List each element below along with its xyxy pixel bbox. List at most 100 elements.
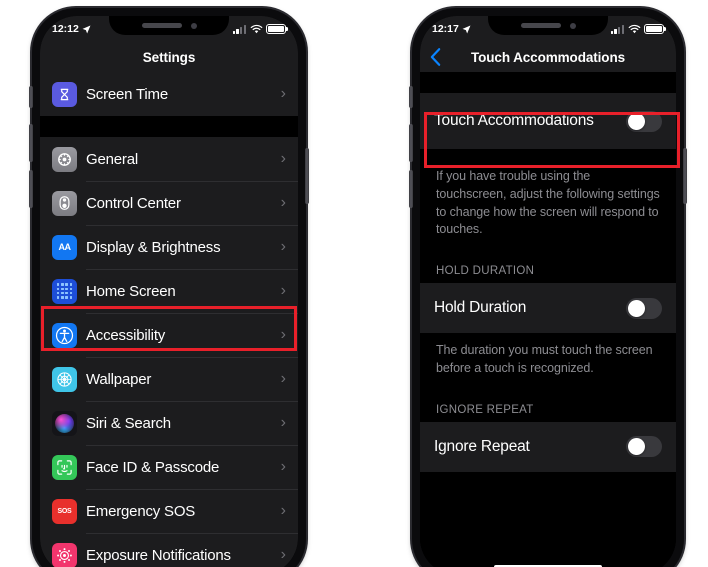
ignore-repeat-switch[interactable] [626, 436, 662, 457]
sidebar-item-label: Siri & Search [86, 414, 171, 432]
sidebar-item-label: Control Center [86, 194, 181, 212]
touch-accommodations-list[interactable]: Touch Accommodations If you have trouble… [420, 72, 676, 567]
volume-down-button-right[interactable] [409, 170, 413, 208]
chevron-right-icon: › [280, 414, 286, 431]
silent-switch-button[interactable] [29, 86, 33, 108]
power-button-right[interactable] [683, 148, 687, 204]
left-phone-bezel: 12:12 Settings Screen Time › General › C… [40, 16, 298, 567]
page-title: Touch Accommodations [470, 49, 625, 65]
cellular-signal-icon [610, 24, 624, 34]
list-section-gap [420, 149, 676, 159]
front-camera [569, 22, 576, 29]
sidebar-item-screen-time[interactable]: Screen Time › [40, 72, 298, 116]
chevron-right-icon: › [280, 238, 286, 255]
sidebar-item-exposure-notifications[interactable]: Exposure Notifications › [40, 533, 298, 567]
list-section-gap [420, 243, 676, 265]
earpiece-speaker [520, 23, 561, 28]
sidebar-item-wallpaper[interactable]: Wallpaper › [40, 357, 298, 401]
chevron-right-icon: › [280, 194, 286, 211]
volume-up-button[interactable] [29, 124, 33, 162]
front-camera [190, 22, 197, 29]
settings-group-main: General › Control Center › AA Display & … [40, 137, 298, 567]
left-phone-device: 12:12 Settings Screen Time › General › C… [29, 8, 309, 567]
page-title: Settings [142, 49, 196, 65]
sidebar-item-label: Display & Brightness [86, 238, 221, 256]
screen-time-icon [52, 81, 77, 107]
toggle-row-hold-duration[interactable]: Hold Duration [420, 283, 676, 333]
chevron-right-icon: › [280, 282, 286, 299]
toggle-label: Touch Accommodations [434, 112, 594, 130]
sidebar-item-label: Home Screen [86, 282, 176, 300]
right-nav-bar: Touch Accommodations [420, 42, 676, 72]
sidebar-item-home-screen[interactable]: Home Screen › [40, 269, 298, 313]
toggle-row-ignore-repeat[interactable]: Ignore Repeat [420, 421, 676, 472]
exposure-notifications-icon [52, 542, 77, 567]
footnote-hold-duration: The duration you must touch the screen b… [420, 333, 676, 382]
status-bar-left: 12:17 [432, 23, 471, 35]
wifi-icon [250, 24, 262, 34]
right-phone-bezel: 12:17 Touch Accommodations Touch Accommo… [420, 16, 676, 567]
sidebar-item-emergency-sos[interactable]: SOS Emergency SOS › [40, 489, 298, 533]
power-button[interactable] [305, 148, 309, 204]
settings-group-top: Screen Time › [40, 72, 298, 116]
switch-knob [628, 299, 645, 317]
left-phone-notch [109, 16, 229, 35]
chevron-right-icon: › [280, 326, 286, 343]
right-phone-device: 12:17 Touch Accommodations Touch Accommo… [409, 8, 687, 567]
volume-down-button[interactable] [29, 170, 33, 208]
home-screen-icon [52, 278, 77, 304]
list-section-gap [420, 381, 676, 404]
toggle-label: Hold Duration [434, 299, 527, 317]
sidebar-item-label: Exposure Notifications [86, 546, 231, 564]
battery-icon [644, 24, 664, 34]
display-brightness-icon: AA [52, 234, 77, 260]
screenshot-root: 12:12 Settings Screen Time › General › C… [0, 0, 708, 567]
chevron-right-icon: › [280, 458, 286, 475]
sidebar-item-siri-search[interactable]: Siri & Search › [40, 401, 298, 445]
list-top-gap [420, 72, 676, 93]
section-header-ignore-repeat: IGNORE REPEAT [420, 403, 676, 422]
sidebar-item-label: Emergency SOS [86, 502, 196, 520]
sidebar-item-general[interactable]: General › [40, 137, 298, 181]
cellular-signal-icon [232, 24, 246, 34]
chevron-right-icon: › [280, 546, 286, 563]
sidebar-item-display-brightness[interactable]: AA Display & Brightness › [40, 225, 298, 269]
status-bar-right [232, 24, 286, 34]
wallpaper-icon [52, 366, 77, 392]
status-bar-left: 12:12 [52, 23, 91, 35]
left-phone-screen: 12:12 Settings Screen Time › General › C… [40, 16, 298, 567]
status-time: 12:12 [52, 23, 79, 35]
touch-accommodations-switch[interactable] [626, 110, 662, 132]
battery-icon [266, 24, 286, 34]
back-button[interactable] [430, 48, 441, 67]
status-bar-right [610, 24, 664, 34]
silent-switch-button-right[interactable] [409, 86, 413, 108]
location-arrow-icon [462, 25, 471, 33]
face-id-icon [52, 454, 77, 480]
status-time: 12:17 [432, 23, 459, 35]
switch-knob [628, 112, 645, 130]
siri-icon [52, 410, 77, 436]
sidebar-item-label: Screen Time [86, 85, 168, 103]
sidebar-item-accessibility[interactable]: Accessibility › [40, 313, 298, 357]
right-phone-screen: 12:17 Touch Accommodations Touch Accommo… [420, 16, 676, 567]
list-section-gap [40, 116, 298, 137]
chevron-right-icon: › [280, 502, 286, 519]
sidebar-item-label: Accessibility [86, 326, 166, 344]
general-gear-icon [52, 146, 77, 172]
sidebar-item-label: General [86, 150, 138, 168]
location-arrow-icon [82, 25, 91, 33]
wifi-icon [628, 24, 640, 34]
emergency-sos-icon: SOS [52, 498, 77, 524]
toggle-label: Ignore Repeat [434, 437, 530, 455]
sidebar-item-face-id-passcode[interactable]: Face ID & Passcode › [40, 445, 298, 489]
accessibility-icon [52, 322, 77, 348]
sidebar-item-control-center[interactable]: Control Center › [40, 181, 298, 225]
hold-duration-switch[interactable] [626, 297, 662, 319]
toggle-row-touch-accommodations[interactable]: Touch Accommodations [420, 93, 676, 149]
earpiece-speaker [141, 23, 182, 28]
volume-up-button-right[interactable] [409, 124, 413, 162]
control-center-icon [52, 190, 77, 216]
chevron-right-icon: › [280, 150, 286, 167]
settings-list[interactable]: Screen Time › General › Control Center ›… [40, 72, 298, 567]
